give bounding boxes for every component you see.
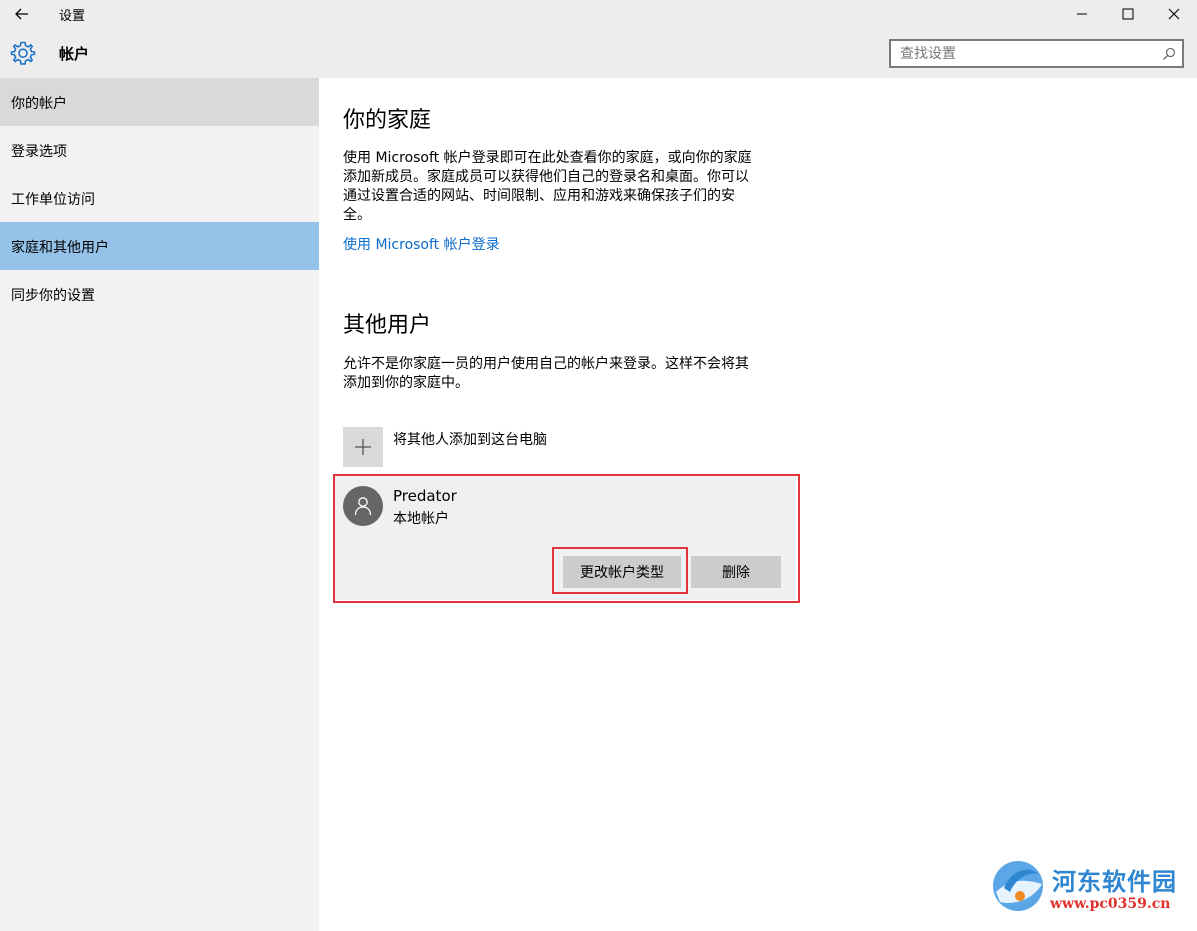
watermark-name: 河东软件园 [1052, 868, 1177, 896]
section-title: 帐户 [59, 45, 90, 63]
other-users-description-line: 添加到你的家庭中。 [343, 375, 469, 391]
search-icon[interactable] [1162, 47, 1176, 61]
watermark-url: www.pc0359.cn [1050, 896, 1171, 912]
back-arrow-icon [15, 8, 28, 20]
sidebar-item-label: 你的帐户 [11, 96, 67, 112]
sidebar: 你的帐户 登录选项 工作单位访问 家庭和其他用户 同步你的设置 [0, 78, 319, 931]
plus-icon [355, 439, 371, 455]
microsoft-signin-link[interactable]: 使用 Microsoft 帐户登录 [343, 234, 500, 254]
add-user-label: 将其他人添加到这台电脑 [393, 432, 547, 448]
family-description-line: 添加新成员。家庭成员可以获得他们自己的登录名和桌面。你可以 [343, 169, 749, 185]
sidebar-item-sign-in-options[interactable]: 登录选项 [0, 126, 319, 174]
gear-icon [10, 40, 36, 66]
settings-header: 帐户 [0, 28, 1197, 78]
sidebar-item-label: 登录选项 [11, 144, 67, 160]
other-users-heading: 其他用户 [343, 313, 432, 338]
sidebar-item-label: 同步你的设置 [11, 288, 95, 304]
button-highlight-outline [552, 547, 688, 594]
family-description: 使用 Microsoft 帐户登录即可在此处查看你的家庭，或向你的家庭 添加新成… [343, 149, 783, 225]
watermark: 河东软件园 www.pc0359.cn [990, 856, 1190, 916]
family-description-line: 使用 Microsoft 帐户登录即可在此处查看你的家庭，或向你的家庭 [343, 150, 752, 166]
close-icon [1168, 8, 1180, 20]
close-button[interactable] [1151, 0, 1197, 28]
watermark-logo-icon [993, 861, 1043, 911]
main-content: 你的家庭 使用 Microsoft 帐户登录即可在此处查看你的家庭，或向你的家庭… [319, 78, 1197, 931]
search-input[interactable] [900, 45, 1140, 63]
search-box[interactable] [889, 39, 1184, 68]
sidebar-item-work-access[interactable]: 工作单位访问 [0, 174, 319, 222]
add-user-tile[interactable] [343, 427, 383, 467]
maximize-button[interactable] [1105, 0, 1151, 28]
back-button[interactable] [10, 3, 34, 25]
other-users-description-line: 允许不是你家庭一员的用户使用自己的帐户来登录。这样不会将其 [343, 356, 749, 372]
sidebar-item-your-account[interactable]: 你的帐户 [0, 78, 319, 126]
minimize-icon [1077, 13, 1087, 15]
family-description-line: 通过设置合适的网站、时间限制、应用和游戏来确保孩子们的安 [343, 188, 735, 204]
family-description-line: 全。 [343, 207, 371, 223]
sidebar-item-label: 工作单位访问 [11, 192, 95, 208]
family-heading: 你的家庭 [343, 108, 432, 133]
other-users-description: 允许不是你家庭一员的用户使用自己的帐户来登录。这样不会将其 添加到你的家庭中。 [343, 355, 783, 393]
minimize-button[interactable] [1059, 0, 1105, 28]
sidebar-item-label: 家庭和其他用户 [11, 240, 109, 256]
add-other-user-row[interactable]: 将其他人添加到这台电脑 [343, 427, 803, 467]
maximize-icon [1122, 8, 1134, 20]
title-bar: 设置 [0, 0, 1197, 28]
window-title: 设置 [59, 9, 86, 24]
sidebar-item-sync-settings[interactable]: 同步你的设置 [0, 270, 319, 318]
sidebar-item-family-other-users[interactable]: 家庭和其他用户 [0, 222, 319, 270]
